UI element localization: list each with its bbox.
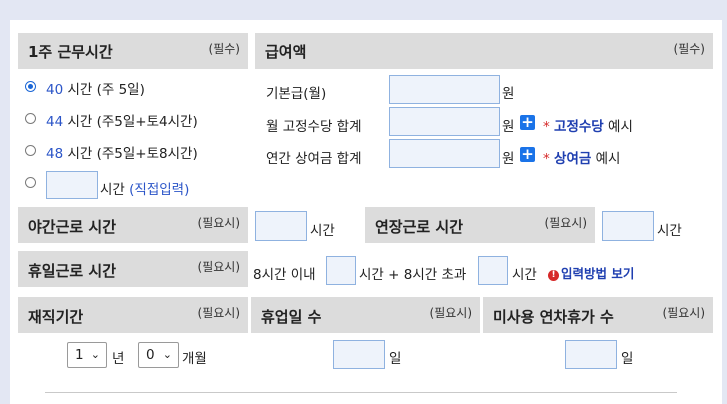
tenure-years-select[interactable]: 1 ⌄ [67, 342, 107, 368]
unused-leave-note: (필요시) [662, 306, 705, 320]
chevron-down-icon: ⌄ [90, 348, 100, 361]
salary-required-note: (필수) [673, 42, 705, 56]
weekly-hours-required-note: (필수) [208, 42, 240, 56]
unused-leave-input[interactable] [565, 340, 617, 369]
radio-48-hours[interactable] [25, 145, 36, 156]
section-divider [45, 392, 677, 393]
add-allowance-plus-icon[interactable]: + [520, 115, 535, 130]
radio-44-hours[interactable] [25, 113, 36, 124]
custom-hours-input[interactable] [46, 171, 98, 199]
night-work-header: 야간근로 시간 (필요시) [18, 207, 248, 243]
info-icon: ! [548, 270, 559, 281]
leave-days-input[interactable] [333, 340, 385, 369]
weekly-hours-header: 1주 근무시간 (필수) [18, 33, 248, 69]
base-salary-input[interactable] [389, 75, 500, 104]
tenure-header: 재직기간 (필요시) [18, 297, 248, 333]
fixed-allowance-label: 월 고정수당 합계 [266, 119, 362, 135]
tenure-months-select[interactable]: 0 ⌄ [138, 342, 179, 368]
night-work-title: 야간근로 시간 [28, 218, 117, 236]
overtime-title: 연장근로 시간 [375, 218, 464, 236]
radio-custom-hours[interactable] [25, 177, 36, 188]
overtime-note: (필요시) [544, 216, 587, 230]
holiday-within-input[interactable] [326, 256, 356, 285]
radio-40-hours[interactable] [25, 81, 36, 92]
holiday-work-header: 휴일근로 시간 (필요시) [18, 251, 248, 287]
holiday-over-unit: 시간 [512, 267, 537, 283]
overtime-input[interactable] [602, 211, 654, 241]
custom-hours-label: 시간 (직접입력) [100, 182, 190, 198]
holiday-work-title: 휴일근로 시간 [28, 262, 117, 280]
night-work-note: (필요시) [197, 216, 240, 230]
add-bonus-plus-icon[interactable]: + [520, 147, 535, 162]
holiday-within-label: 8시간 이내 [253, 267, 316, 283]
chevron-down-icon: ⌄ [162, 348, 172, 361]
fixed-allowance-example[interactable]: * 고정수당 예시 [543, 115, 633, 135]
leave-days-unit: 일 [389, 351, 402, 367]
leave-days-header: 휴업일 수 (필요시) [251, 297, 480, 333]
leave-days-title: 휴업일 수 [261, 308, 322, 326]
bonus-input[interactable] [389, 139, 500, 168]
bonus-unit: 원 [502, 151, 515, 167]
leave-days-note: (필요시) [429, 306, 472, 320]
unused-leave-header: 미사용 연차휴가 수 (필요시) [483, 297, 713, 333]
salary-title: 급여액 [265, 43, 307, 61]
tenure-title: 재직기간 [28, 308, 84, 326]
tenure-months-unit: 개월 [182, 351, 207, 367]
night-work-input[interactable] [255, 211, 307, 241]
holiday-over-input[interactable] [478, 256, 508, 285]
tenure-note: (필요시) [197, 306, 240, 320]
base-salary-unit: 원 [502, 86, 515, 102]
salary-header: 급여액 (필수) [255, 33, 713, 69]
holiday-plus-label: 시간 + 8시간 초과 [359, 267, 467, 283]
input-method-link[interactable]: ! 입력방법 보기 [548, 263, 634, 282]
unused-leave-unit: 일 [621, 351, 634, 367]
night-work-unit: 시간 [310, 223, 335, 239]
overtime-unit: 시간 [657, 223, 682, 239]
tenure-years-unit: 년 [112, 351, 125, 367]
option-40-hours[interactable]: 40 시간 (주 5일) [46, 78, 145, 98]
bonus-example[interactable]: * 상여금 예시 [543, 147, 620, 167]
option-44-hours[interactable]: 44 시간 (주5일+토4시간) [46, 110, 198, 130]
fixed-allowance-input[interactable] [389, 107, 500, 136]
option-48-hours[interactable]: 48 시간 (주5일+토8시간) [46, 142, 198, 162]
base-salary-label: 기본급(월) [266, 86, 327, 102]
bonus-label: 연간 상여금 합계 [266, 151, 362, 167]
overtime-header: 연장근로 시간 (필요시) [365, 207, 595, 243]
fixed-allowance-unit: 원 [502, 119, 515, 135]
unused-leave-title: 미사용 연차휴가 수 [493, 308, 614, 326]
holiday-work-note: (필요시) [197, 260, 240, 274]
weekly-hours-title: 1주 근무시간 [28, 43, 113, 61]
